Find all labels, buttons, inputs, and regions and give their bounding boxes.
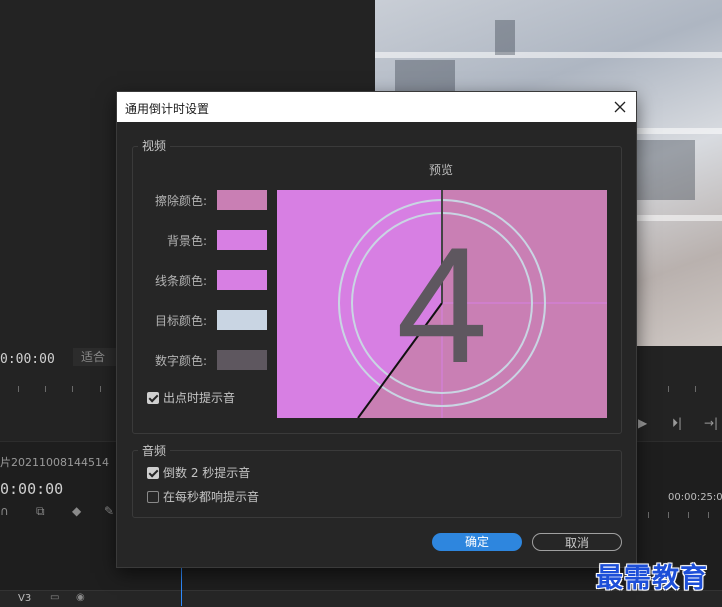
- two-second-beep-label: 倒数 2 秒提示音: [163, 466, 251, 480]
- dialog-titlebar[interactable]: 通用倒计时设置: [117, 92, 636, 122]
- two-second-beep-check-indicator[interactable]: [147, 466, 159, 479]
- go-to-out-icon[interactable]: →|: [704, 416, 718, 430]
- countdown-preview: 4: [277, 190, 607, 418]
- countdown-settings-dialog: 通用倒计时设置 视频 预览 擦除颜色: 背景色: 线条颜色: 目标颜色: 数字颜…: [117, 92, 636, 567]
- playhead[interactable]: [181, 568, 182, 606]
- background-color-swatch[interactable]: [217, 230, 267, 250]
- preview-label: 预览: [429, 163, 454, 177]
- timeline-timecode[interactable]: 0:00:00: [0, 480, 63, 498]
- play-icon[interactable]: ▶: [638, 416, 647, 430]
- eye-icon[interactable]: ◉: [76, 592, 85, 603]
- video-group-label: 视频: [138, 137, 171, 154]
- monitor-timecode: 0:00:00: [0, 352, 55, 367]
- watermark-logo: 最需教育: [596, 563, 708, 594]
- line-color-label: 线条颜色:: [154, 274, 207, 288]
- track-label: V3: [18, 593, 32, 604]
- cue-at-out-label: 出点时提示音: [163, 391, 236, 405]
- background-color-label: 背景色:: [166, 234, 207, 248]
- target-color-swatch[interactable]: [217, 310, 267, 330]
- sequence-tab[interactable]: 片20211008144514: [0, 454, 109, 470]
- marker-icon[interactable]: ◆: [72, 504, 81, 518]
- countdown-preview-graphic: 4: [277, 190, 607, 418]
- close-button[interactable]: [608, 95, 632, 119]
- wrench-icon[interactable]: ✎: [104, 504, 114, 518]
- step-forward-icon[interactable]: ⏵|: [672, 416, 682, 431]
- dialog-title: 通用倒计时设置: [125, 102, 210, 116]
- preview-digit: 4: [396, 213, 488, 397]
- number-color-swatch[interactable]: [217, 350, 267, 370]
- every-second-beep-checkbox[interactable]: 在每秒都响提示音: [147, 488, 259, 505]
- ruler-timecode: 00:00:25:0: [668, 492, 722, 503]
- snap-icon[interactable]: ∩: [0, 504, 9, 518]
- close-icon: [614, 101, 626, 113]
- cancel-button[interactable]: 取消: [532, 533, 622, 551]
- audio-group: [132, 450, 622, 518]
- film-icon[interactable]: ▭: [50, 592, 59, 603]
- audio-group-label: 音频: [138, 442, 171, 459]
- wipe-color-label: 擦除颜色:: [154, 194, 207, 208]
- linked-selection-icon[interactable]: ⧉: [36, 504, 45, 519]
- line-color-swatch[interactable]: [217, 270, 267, 290]
- ok-button[interactable]: 确定: [432, 533, 522, 551]
- number-color-label: 数字颜色:: [154, 354, 207, 368]
- fit-dropdown[interactable]: 适合: [73, 348, 117, 366]
- every-second-beep-check-indicator[interactable]: [147, 490, 159, 503]
- cue-at-out-checkbox[interactable]: 出点时提示音: [147, 389, 235, 406]
- two-second-beep-checkbox[interactable]: 倒数 2 秒提示音: [147, 464, 250, 481]
- target-color-label: 目标颜色:: [154, 314, 207, 328]
- every-second-beep-label: 在每秒都响提示音: [163, 490, 260, 504]
- cue-at-out-check-indicator[interactable]: [147, 391, 159, 404]
- wipe-color-swatch[interactable]: [217, 190, 267, 210]
